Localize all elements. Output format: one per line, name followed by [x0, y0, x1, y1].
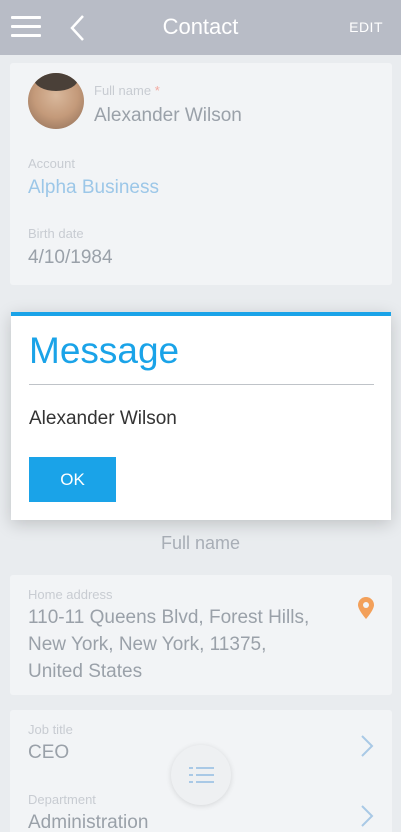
ok-button[interactable]: OK	[29, 457, 116, 502]
dialog-divider	[29, 384, 374, 385]
message-dialog: Message Alexander Wilson OK	[11, 312, 391, 520]
dialog-message: Alexander Wilson	[29, 408, 177, 429]
dialog-title: Message	[29, 330, 180, 371]
modal-overlay: Message Alexander Wilson OK	[0, 0, 401, 832]
